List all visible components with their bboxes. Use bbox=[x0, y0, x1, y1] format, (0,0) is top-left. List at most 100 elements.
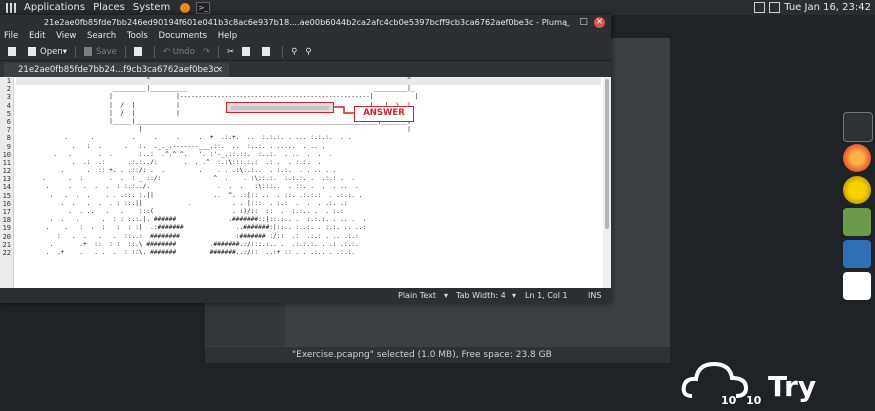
line-number: 11 bbox=[2, 158, 11, 167]
search-icon: ⚲ bbox=[291, 46, 298, 57]
firefox-launcher-icon[interactable] bbox=[180, 2, 191, 13]
status-bar: Plain Text ▾ Tab Width: 4 ▾ Ln 1, Col 1 … bbox=[0, 288, 611, 303]
tab-bar: 21e2ae0fb85fde7bb24...f9cb3ca6762aef0be3… bbox=[0, 61, 611, 78]
code-line: . .: .: .:.:../: . . .^ :.:\:::.:.: .: .… bbox=[16, 158, 322, 166]
sync-icon[interactable] bbox=[843, 176, 871, 204]
menu-search[interactable]: Search bbox=[87, 31, 116, 41]
system-menu[interactable]: System bbox=[129, 2, 174, 13]
code-line: . . . . . . + .:.+. .. :.:.:. . ... :.:.… bbox=[16, 134, 352, 142]
close-icon[interactable]: × bbox=[594, 17, 605, 28]
line-number: 8 bbox=[6, 134, 11, 143]
line-number: 13 bbox=[2, 175, 11, 184]
code-line: . : . . :. ._._.-------___.::. .. :..:. … bbox=[16, 142, 326, 150]
copy-icon bbox=[242, 47, 251, 56]
places-menu[interactable]: Places bbox=[89, 2, 129, 13]
document-tab[interactable]: 21e2ae0fb85fde7bb24...f9cb3ca6762aef0be3… bbox=[4, 63, 229, 78]
background-status-text: "Exercise.pcapng" selected (1.0 MB), Fre… bbox=[292, 350, 552, 360]
menu-view[interactable]: View bbox=[56, 31, 76, 41]
tab-close-icon[interactable]: × bbox=[216, 63, 223, 78]
applications-menu[interactable]: Applications bbox=[20, 2, 89, 13]
blurred-text bbox=[231, 106, 329, 110]
toolbar-separator bbox=[153, 45, 155, 58]
line-number: 9 bbox=[6, 142, 11, 151]
line-number: 16 bbox=[2, 199, 11, 208]
undo-icon: ↶ bbox=[162, 46, 173, 57]
syntax-selector[interactable]: Plain Text bbox=[398, 288, 436, 303]
clock[interactable]: Tue Jan 16, 23:42 bbox=[784, 2, 871, 13]
logo-number-left: 10 bbox=[721, 394, 737, 407]
menu-bar: File Edit View Search Tools Documents He… bbox=[0, 30, 611, 43]
terminal-icon[interactable] bbox=[843, 112, 873, 142]
line-number: 1 bbox=[6, 77, 11, 85]
undo-button[interactable]: ↶ Undo bbox=[163, 47, 195, 57]
line-number: 15 bbox=[2, 191, 11, 200]
tab-width-selector[interactable]: Tab Width: 4 bbox=[456, 288, 506, 303]
undo-label: Undo bbox=[172, 46, 195, 57]
monitor-icon[interactable] bbox=[843, 240, 871, 268]
open-button[interactable]: Open ▾ bbox=[28, 47, 67, 57]
files-icon[interactable] bbox=[843, 208, 871, 236]
text-editor[interactable]: 1 2 3 4 5 6 7 8 9 10 11 12 13 14 15 16 17 18 19 20 21 22 ^ ^ … bbox=[0, 77, 611, 288]
open-label: Open bbox=[40, 46, 63, 57]
toolbar-separator bbox=[218, 45, 220, 58]
code-line: : . . . . ::..: ######## :####### :/:: .… bbox=[16, 232, 359, 240]
insert-mode: INS bbox=[588, 291, 602, 300]
new-button[interactable] bbox=[8, 47, 20, 56]
find-button[interactable]: ⚲ bbox=[291, 47, 297, 57]
print-button[interactable] bbox=[133, 47, 146, 56]
code-line: ^ ^ bbox=[16, 77, 601, 86]
apps-grid-icon[interactable] bbox=[6, 2, 16, 13]
pluma-window: 21e2ae0fb85fde7bb246ed90194f601e041b3c8a… bbox=[0, 15, 611, 303]
line-number: 3 bbox=[6, 93, 11, 102]
paste-button[interactable] bbox=[262, 47, 274, 56]
new-icon bbox=[8, 47, 16, 56]
maximize-icon[interactable]: □ bbox=[578, 17, 589, 28]
print-icon bbox=[133, 47, 142, 56]
toolbar-separator bbox=[282, 45, 284, 58]
code-line: . . .. . . :::( . :)/:: :: . :.:.. . . :… bbox=[16, 208, 344, 215]
background-status-bar: "Exercise.pcapng" selected (1.0 MB), Fre… bbox=[205, 347, 670, 363]
answer-connector-line bbox=[334, 106, 354, 114]
menu-help[interactable]: Help bbox=[218, 31, 237, 41]
chevron-down-icon: ▾ bbox=[444, 291, 449, 300]
menu-documents[interactable]: Documents bbox=[159, 31, 207, 41]
copy-button[interactable] bbox=[242, 47, 254, 56]
cut-icon: ✂ bbox=[227, 46, 235, 57]
title-bar[interactable]: 21e2ae0fb85fde7bb246ed90194f601e041b3c8a… bbox=[0, 15, 611, 30]
menu-file[interactable]: File bbox=[4, 31, 18, 41]
open-icon bbox=[28, 47, 36, 56]
terminal-launcher-icon[interactable]: >_ bbox=[196, 1, 211, 14]
network-icon[interactable] bbox=[754, 2, 766, 13]
cloud-icon bbox=[681, 361, 749, 398]
cut-button[interactable]: ✂ bbox=[227, 47, 234, 57]
menu-edit[interactable]: Edit bbox=[29, 31, 45, 41]
battery-icon[interactable] bbox=[769, 2, 781, 13]
minimize-icon[interactable]: _ bbox=[562, 17, 573, 28]
code-line: . . : . . : _ ::/: ^ . . :\::.:. :.:.:. … bbox=[16, 175, 355, 183]
redo-button[interactable]: ↷ bbox=[203, 47, 210, 57]
code-line: | | bbox=[16, 126, 411, 134]
toolbar-separator bbox=[124, 45, 126, 58]
save-button[interactable]: Save bbox=[83, 46, 117, 57]
top-panel: Applications Places System >_ Tue Jan 16… bbox=[0, 0, 875, 15]
line-number: 5 bbox=[6, 109, 11, 118]
code-line: |_____|_________________________________… bbox=[16, 117, 411, 125]
vertical-scrollbar[interactable] bbox=[603, 77, 611, 288]
code-line: . . . . :..: .^.^ ^. '. :'-_.::.::. :..:… bbox=[16, 150, 333, 158]
tab-label: 21e2ae0fb85fde7bb24...f9cb3ca6762aef0be3… bbox=[18, 65, 219, 75]
right-dock bbox=[843, 108, 875, 308]
save-label: Save bbox=[95, 46, 117, 57]
line-number: 18 bbox=[2, 216, 11, 225]
firefox-icon[interactable] bbox=[843, 144, 871, 172]
line-number: 2 bbox=[6, 85, 11, 94]
replace-button[interactable]: ⚲ bbox=[305, 47, 311, 57]
menu-tools[interactable]: Tools bbox=[127, 31, 148, 41]
code-line: . .+ . . . . : ::\. ####### #######..:/:… bbox=[16, 248, 355, 256]
scrollbar-thumb[interactable] bbox=[605, 79, 609, 229]
line-number: 21 bbox=[2, 240, 11, 249]
editor-icon[interactable] bbox=[843, 272, 871, 300]
save-icon bbox=[83, 47, 92, 56]
logo-text: Try bbox=[768, 370, 817, 403]
line-number-gutter: 1 2 3 4 5 6 7 8 9 10 11 12 13 14 15 16 17 18 19 20 21 22 bbox=[0, 77, 14, 288]
line-number: 20 bbox=[2, 232, 11, 241]
